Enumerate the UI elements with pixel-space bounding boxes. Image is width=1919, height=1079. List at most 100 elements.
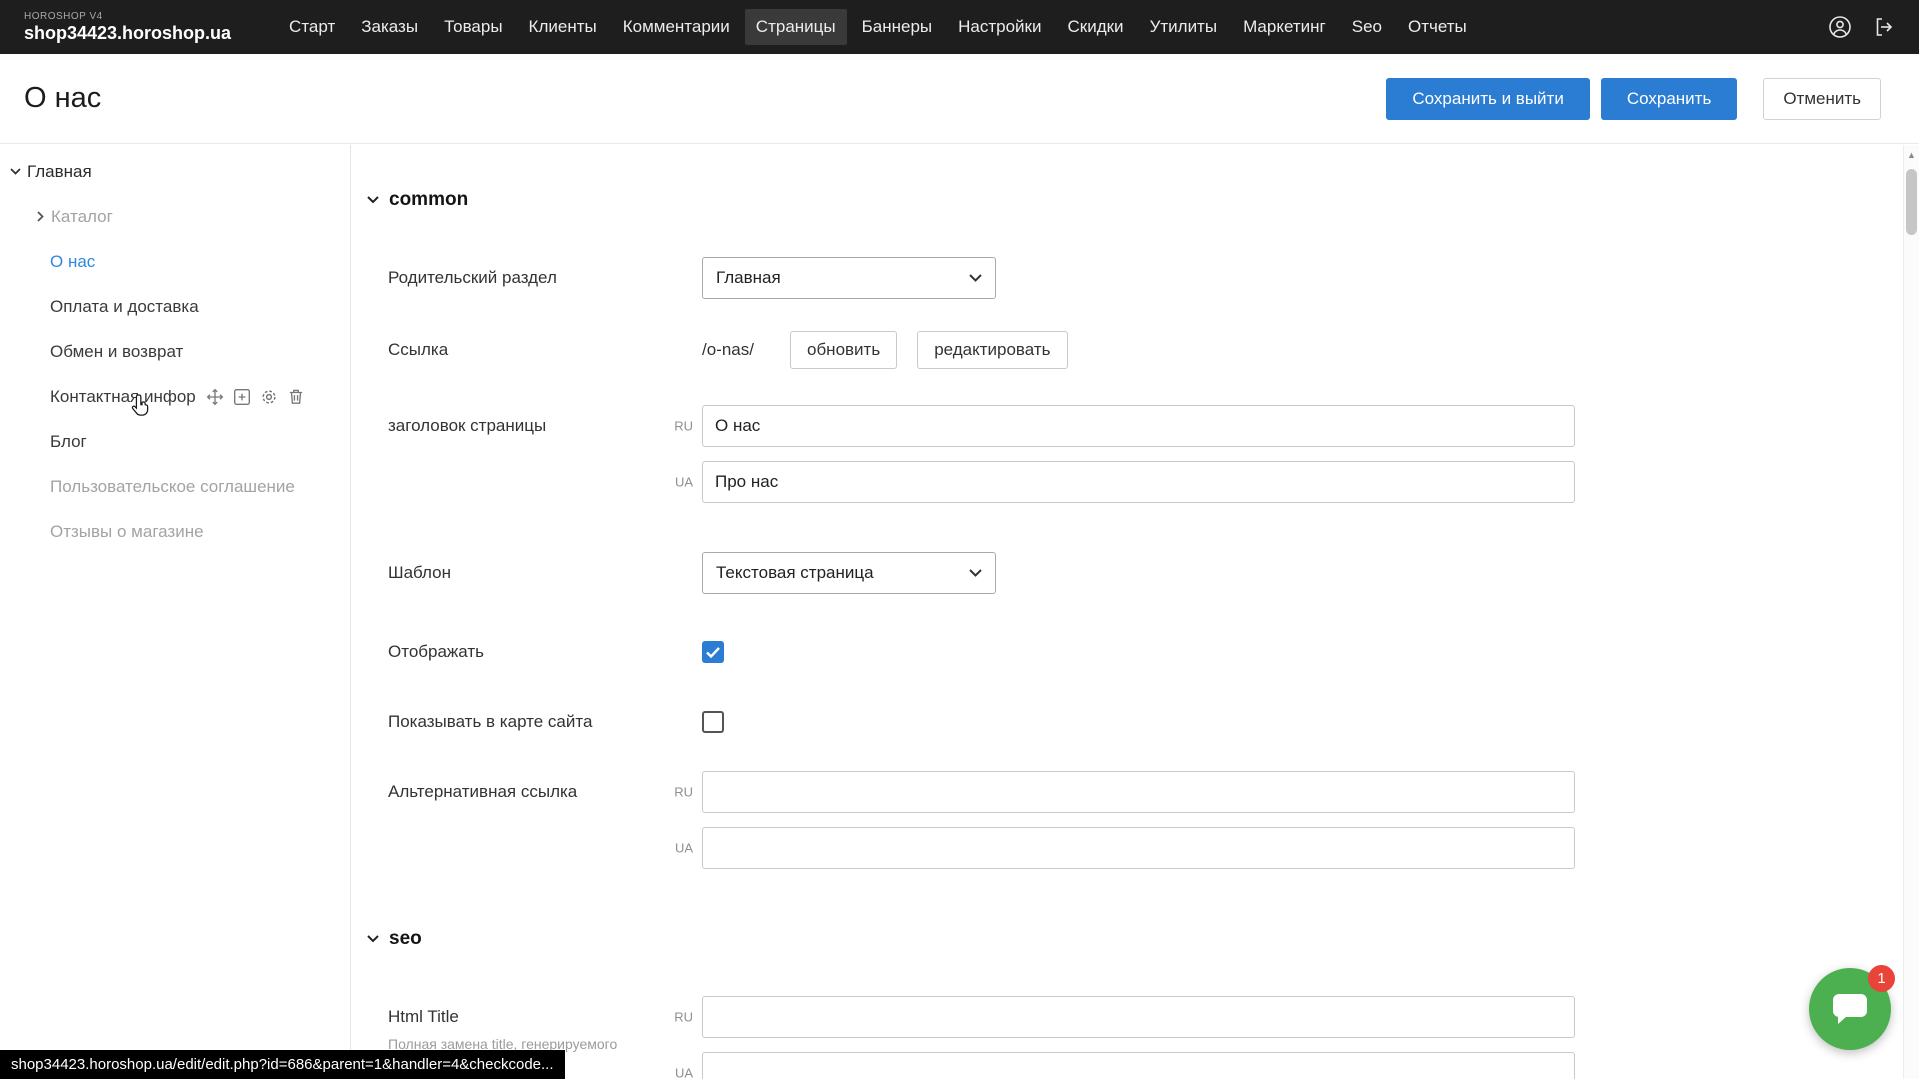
nav-item-products[interactable]: Товары — [444, 17, 502, 37]
row-html-title: Html Title Полная замена title, генериру… — [388, 996, 1903, 1079]
alt-link-ua-input[interactable] — [702, 827, 1575, 869]
row-sitemap: Показывать в карте сайта — [388, 711, 1903, 733]
html-title-ru-input[interactable] — [702, 996, 1575, 1038]
link-preview-statusbar: shop34423.horoshop.ua/edit/edit.php?id=6… — [0, 1050, 565, 1079]
section-common[interactable]: common — [367, 189, 1903, 211]
parent-section-value: Главная — [716, 268, 781, 288]
user-account-icon[interactable] — [1827, 14, 1853, 40]
top-navigation: HOROSHOP V4 shop34423.horoshop.ua Старт … — [0, 0, 1919, 54]
nav-item-reports[interactable]: Отчеты — [1408, 17, 1467, 37]
nav-item-orders[interactable]: Заказы — [361, 17, 418, 37]
nav-item-comments[interactable]: Комментарии — [623, 17, 730, 37]
tree-item-exchange-return[interactable]: Обмен и возврат — [0, 329, 350, 374]
settings-gear-icon[interactable] — [260, 388, 278, 406]
tree-item-label: Обмен и возврат — [50, 342, 183, 362]
vertical-scrollbar[interactable]: ▲ — [1903, 145, 1919, 1079]
chevron-down-icon — [367, 196, 379, 204]
tree-item-payment-delivery[interactable]: Оплата и доставка — [0, 284, 350, 329]
tree-item-label: Оплата и доставка — [50, 297, 199, 317]
pages-tree-sidebar: Главная Каталог О нас Оплата и доставка … — [0, 145, 351, 1079]
section-common-label: common — [389, 189, 468, 211]
chevron-down-icon — [367, 935, 379, 943]
main-menu: Старт Заказы Товары Клиенты Комментарии … — [289, 9, 1467, 45]
tree-item-label: Каталог — [51, 207, 113, 227]
row-parent-section: Родительский раздел Главная — [388, 257, 1903, 299]
page-title-label: заголовок страницы — [388, 405, 702, 503]
row-template: Шаблон Текстовая страница — [388, 552, 1903, 594]
nav-item-marketing[interactable]: Маркетинг — [1243, 17, 1326, 37]
exit-icon — [1872, 15, 1896, 39]
lang-ru-badge: RU — [674, 419, 693, 434]
nav-item-clients[interactable]: Клиенты — [529, 17, 597, 37]
person-icon — [1828, 15, 1852, 39]
nav-item-start[interactable]: Старт — [289, 17, 335, 37]
nav-item-settings[interactable]: Настройки — [958, 17, 1041, 37]
chevron-down-icon — [969, 569, 982, 577]
alt-link-label: Альтернативная ссылка — [388, 771, 702, 869]
tree-item-label: Отзывы о магазине — [50, 522, 204, 542]
scrollbar-thumb[interactable] — [1906, 169, 1917, 235]
add-page-icon[interactable] — [233, 388, 251, 406]
sitemap-checkbox-unchecked[interactable] — [702, 711, 724, 733]
chevron-down-icon — [969, 274, 982, 282]
lang-ru-badge: RU — [674, 785, 693, 800]
delete-trash-icon[interactable] — [287, 388, 305, 406]
link-edit-button[interactable]: редактировать — [917, 331, 1067, 369]
row-page-title: заголовок страницы RU UA — [388, 405, 1903, 503]
tree-item-label: Блог — [50, 432, 87, 452]
nav-item-banners[interactable]: Баннеры — [862, 17, 933, 37]
move-icon[interactable] — [206, 388, 224, 406]
page-edit-form: common Родительский раздел Главная Ссылк… — [352, 145, 1903, 1079]
nav-item-utilities[interactable]: Утилиты — [1150, 17, 1218, 37]
link-refresh-button[interactable]: обновить — [790, 331, 897, 369]
tree-item-catalog[interactable]: Каталог — [0, 194, 350, 239]
tree-item-blog[interactable]: Блог — [0, 419, 350, 464]
page-title-ru-input[interactable] — [702, 405, 1575, 447]
parent-section-select[interactable]: Главная — [702, 257, 996, 299]
tree-item-store-reviews[interactable]: Отзывы о магазине — [0, 509, 350, 554]
lang-ua-badge: UA — [675, 475, 693, 490]
section-seo-label: seo — [389, 928, 422, 950]
cancel-button[interactable]: Отменить — [1763, 78, 1881, 120]
lang-ru-badge: RU — [674, 1010, 693, 1025]
lang-ua-badge: UA — [675, 841, 693, 856]
nav-item-discounts[interactable]: Скидки — [1067, 17, 1123, 37]
tree-item-contact-info[interactable]: Контактная инфор — [0, 374, 350, 419]
page-title-ua-input[interactable] — [702, 461, 1575, 503]
tree-item-label: О нас — [50, 252, 95, 272]
logout-icon[interactable] — [1871, 14, 1897, 40]
chevron-down-icon — [10, 168, 21, 175]
link-path-value: /o-nas/ — [702, 340, 754, 360]
template-label: Шаблон — [388, 562, 702, 584]
chat-launcher-button[interactable]: 1 — [1809, 968, 1891, 1050]
section-seo[interactable]: seo — [367, 928, 1903, 950]
nav-right-icons — [1827, 14, 1897, 40]
nav-item-pages[interactable]: Страницы — [745, 9, 847, 45]
alt-link-ru-input[interactable] — [702, 771, 1575, 813]
page-header: О нас Сохранить и выйти Сохранить Отмени… — [0, 54, 1919, 144]
lang-ua-badge: UA — [675, 1066, 693, 1079]
save-button[interactable]: Сохранить — [1601, 78, 1737, 120]
template-select[interactable]: Текстовая страница — [702, 552, 996, 594]
nav-item-seo[interactable]: Seo — [1352, 17, 1382, 37]
html-title-label: Html Title — [388, 1006, 702, 1028]
display-label: Отображать — [388, 641, 702, 663]
parent-section-label: Родительский раздел — [388, 267, 702, 289]
tree-item-label: Пользовательское соглашение — [50, 477, 295, 497]
app-logo[interactable]: HOROSHOP V4 shop34423.horoshop.ua — [24, 12, 231, 42]
sitemap-label: Показывать в карте сайта — [388, 711, 702, 733]
tree-item-about-selected[interactable]: О нас — [0, 239, 350, 284]
html-title-ua-input[interactable] — [702, 1052, 1575, 1079]
chat-unread-badge: 1 — [1868, 965, 1895, 992]
display-checkbox-checked[interactable] — [702, 641, 724, 663]
checkmark-icon — [706, 647, 720, 658]
save-and-exit-button[interactable]: Сохранить и выйти — [1386, 78, 1589, 120]
scroll-up-arrow-icon[interactable]: ▲ — [1904, 150, 1919, 160]
tree-item-root[interactable]: Главная — [0, 149, 350, 194]
header-actions: Сохранить и выйти Сохранить Отменить — [1386, 78, 1881, 120]
row-display: Отображать — [388, 641, 1903, 663]
tree-item-user-agreement[interactable]: Пользовательское соглашение — [0, 464, 350, 509]
chat-bubble-icon — [1831, 991, 1869, 1027]
tree-item-actions — [206, 388, 305, 406]
tree-item-label: Главная — [27, 162, 92, 182]
